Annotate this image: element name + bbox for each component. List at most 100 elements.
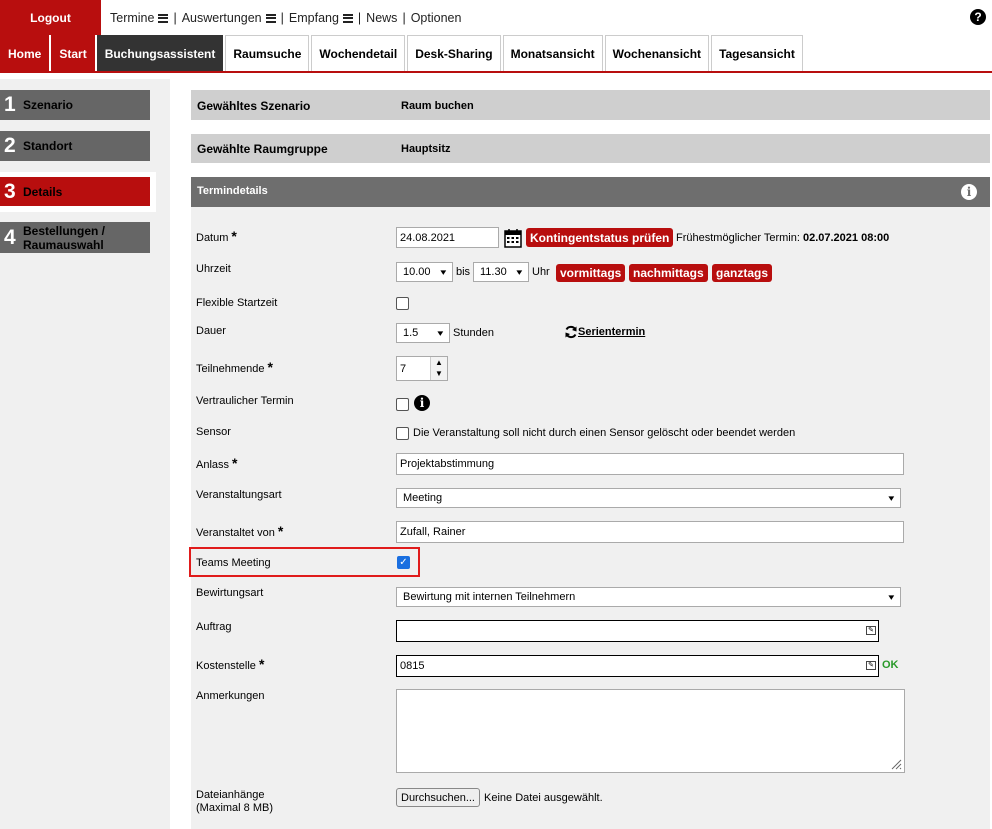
veranstaltet-label: Veranstaltet von * [196, 523, 284, 539]
file-status: Keine Datei ausgewählt. [484, 792, 603, 804]
room-group-value: Hauptsitz [401, 143, 451, 155]
anmerkungen-textarea[interactable] [396, 689, 905, 773]
kosten-label: Kostenstelle * [196, 656, 265, 672]
veranstaltet-input[interactable]: Zufall, Rainer [396, 521, 904, 543]
scenario-label: Gewähltes Szenario [197, 99, 311, 113]
serientermin-link[interactable]: Serientermin [564, 325, 645, 339]
step-details[interactable]: 3 Details [0, 177, 150, 206]
kosten-ok-status: OK [882, 659, 899, 671]
step-number: 3 [4, 179, 16, 203]
uhr-label: Uhr [532, 266, 550, 278]
veranstaltungsart-label: Veranstaltungsart [196, 489, 282, 501]
anlass-label: Anlass * [196, 455, 238, 471]
edit-icon[interactable]: ✎ [866, 626, 876, 635]
step-label: Details [23, 184, 63, 199]
sensor-label: Sensor [196, 426, 231, 438]
vertraulich-label: Vertraulicher Termin [196, 395, 294, 407]
tab-wochendetail[interactable]: Wochendetail [311, 35, 406, 71]
datum-label: Datum * [196, 228, 237, 244]
dauer-label: Dauer [196, 325, 226, 337]
bewirtung-label: Bewirtungsart [196, 587, 264, 599]
step-number: 1 [4, 93, 16, 116]
flex-start-checkbox[interactable] [396, 297, 409, 310]
tab-start[interactable]: Start [51, 35, 95, 71]
earliest-date: Frühestmöglicher Termin: 02.07.2021 08:0… [676, 232, 890, 244]
info-icon[interactable]: i [414, 395, 430, 411]
calendar-icon[interactable] [504, 228, 522, 248]
step-standort[interactable]: 2 Standort [0, 131, 150, 161]
menu-separator: | [173, 10, 177, 25]
menu-empfang[interactable]: Empfang [289, 11, 353, 25]
menu-separator: | [280, 10, 284, 25]
teilnehmende-label: Teilnehmende * [196, 359, 273, 375]
menu-news[interactable]: News [366, 11, 397, 25]
tab-monatsansicht[interactable]: Monatsansicht [502, 35, 603, 71]
menu-auswertungen[interactable]: Auswertungen [182, 11, 276, 25]
menu-optionen[interactable]: Optionen [411, 11, 462, 25]
room-group-label: Gewählte Raumgruppe [197, 142, 328, 156]
chevron-down-icon: ▾ [888, 591, 895, 602]
vormittags-button[interactable]: vormittags [556, 264, 626, 282]
step-number: 2 [4, 134, 16, 157]
tab-tagesansicht[interactable]: Tagesansicht [711, 35, 803, 71]
uhrzeit-label: Uhrzeit [196, 263, 231, 275]
time-from-select[interactable]: 10.00 ▾ [396, 262, 453, 282]
anhang-label: Dateianhänge (Maximal 8 MB) [196, 789, 274, 814]
section-title: Termindetails [197, 185, 268, 197]
tab-desk-sharing[interactable]: Desk-Sharing [407, 35, 501, 71]
auftrag-label: Auftrag [196, 621, 232, 633]
bewirtung-select[interactable]: Bewirtung mit internen Teilnehmern ▾ [396, 587, 901, 607]
menu-icon [158, 12, 169, 24]
chevron-down-icon: ▾ [888, 492, 895, 503]
chevron-up-icon[interactable]: ▲ [431, 357, 447, 368]
top-menu: Termine | Auswertungen | Empfang | News … [110, 0, 461, 35]
sensor-checkbox[interactable] [396, 427, 409, 440]
step-label: Bestellungen / Raumauswahl [23, 223, 106, 252]
tab-buchungsassistent[interactable]: Buchungsassistent [96, 35, 224, 71]
nachmittags-button[interactable]: nachmittags [629, 264, 708, 282]
tab-underline [0, 71, 992, 73]
menu-icon [342, 12, 353, 24]
stepper-arrows[interactable]: ▲ ▼ [430, 357, 447, 380]
stunden-label: Stunden [453, 327, 494, 339]
step-label: Szenario [23, 98, 74, 112]
chevron-down-icon: ▾ [516, 266, 523, 277]
chevron-down-icon[interactable]: ▼ [431, 368, 447, 379]
vertraulich-checkbox[interactable] [396, 398, 409, 411]
edit-icon[interactable]: ✎ [866, 661, 876, 670]
tab-home[interactable]: Home [0, 35, 50, 71]
step-bestellungen[interactable]: 4 Bestellungen / Raumauswahl [0, 222, 150, 253]
teams-checkbox[interactable]: ✓ [397, 556, 410, 569]
section-header: Termindetails i [191, 177, 990, 207]
datum-input[interactable]: 24.08.2021 [396, 227, 499, 248]
tab-raumsuche[interactable]: Raumsuche [225, 35, 310, 71]
file-browse-button[interactable]: Durchsuchen... [396, 788, 480, 807]
menu-icon [265, 12, 276, 24]
time-to-select[interactable]: 11.30 ▾ [473, 262, 529, 282]
tab-wochenansicht[interactable]: Wochenansicht [604, 35, 710, 71]
step-label: Standort [23, 139, 73, 153]
menu-separator: | [357, 10, 362, 25]
logout-button[interactable]: Logout [0, 0, 101, 35]
veranstaltungsart-select[interactable]: Meeting ▾ [396, 488, 901, 508]
nav-tabs: Home Start Buchungsassistent Raumsuche W… [0, 35, 805, 71]
teams-label: Teams Meeting [196, 557, 271, 569]
help-icon[interactable]: ? [970, 9, 986, 25]
ganztags-button[interactable]: ganztags [712, 264, 773, 282]
kosten-input[interactable]: 0815 ✎ [396, 655, 879, 677]
anmerkungen-label: Anmerkungen [196, 690, 265, 702]
refresh-icon [565, 325, 577, 339]
dauer-select[interactable]: 1.5 ▾ [396, 323, 450, 343]
anlass-input[interactable]: Projektabstimmung [396, 453, 904, 475]
flex-start-label: Flexible Startzeit [196, 297, 278, 309]
kontingent-button[interactable]: Kontingentstatus prüfen [526, 228, 674, 247]
menu-termine[interactable]: Termine [110, 11, 169, 25]
room-group-row: Gewählte Raumgruppe Hauptsitz [191, 134, 990, 163]
step-szenario[interactable]: 1 Szenario [0, 90, 150, 120]
resize-handle-icon[interactable] [890, 758, 902, 770]
info-icon[interactable]: i [961, 184, 977, 200]
menu-separator: | [402, 10, 406, 25]
auftrag-input[interactable]: ✎ [396, 620, 879, 642]
chevron-down-icon: ▾ [437, 327, 444, 338]
sensor-text: Die Veranstaltung soll nicht durch einen… [413, 427, 796, 439]
